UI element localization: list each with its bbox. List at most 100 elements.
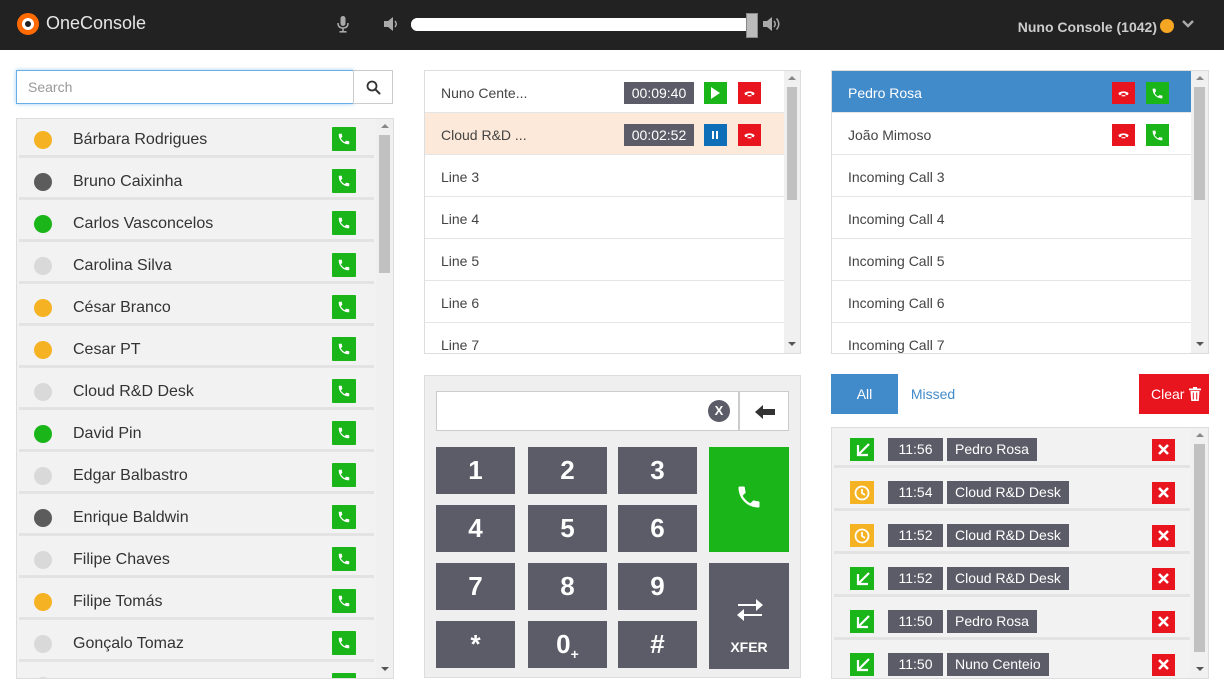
hold-call-button[interactable]: [704, 124, 727, 146]
scroll-down-arrow-icon[interactable]: [1196, 667, 1204, 671]
volume-high-icon[interactable]: [762, 15, 782, 33]
chevron-down-icon[interactable]: [1181, 17, 1195, 31]
dial-key[interactable]: 7: [436, 563, 515, 610]
contact-row[interactable]: Cloud R&D Desk: [19, 371, 374, 410]
contact-row[interactable]: Carolina Silva: [19, 245, 374, 284]
resume-call-button[interactable]: [704, 82, 727, 104]
line-row[interactable]: Cloud R&D ... 00:02:52: [425, 113, 784, 155]
call-contact-button[interactable]: [332, 379, 356, 403]
dial-number-input[interactable]: [436, 391, 739, 431]
dial-key[interactable]: 9: [618, 563, 697, 610]
volume-low-icon[interactable]: [383, 16, 400, 32]
call-contact-button[interactable]: [332, 253, 356, 277]
dial-key[interactable]: 4: [436, 505, 515, 552]
incoming-call-row[interactable]: Pedro Rosa: [832, 71, 1191, 113]
call-contact-button[interactable]: [332, 589, 356, 613]
contact-row[interactable]: Carlos Vasconcelos: [19, 203, 374, 242]
hangup-call-button[interactable]: [738, 124, 761, 146]
answer-call-button[interactable]: [1146, 124, 1169, 146]
contacts-scrollbar[interactable]: [376, 119, 393, 678]
contact-row[interactable]: Enrique Baldwin: [19, 497, 374, 536]
reject-call-button[interactable]: [1112, 82, 1135, 104]
dial-key[interactable]: 8: [528, 563, 607, 610]
delete-history-button[interactable]: [1152, 525, 1175, 547]
history-row[interactable]: 11:52 Cloud R&D Desk: [834, 557, 1190, 597]
scroll-up-arrow-icon[interactable]: [1196, 433, 1204, 437]
contact-row[interactable]: César Branco: [19, 287, 374, 326]
scroll-down-arrow-icon[interactable]: [381, 667, 389, 671]
history-scroll-thumb[interactable]: [1194, 444, 1205, 652]
delete-history-button[interactable]: [1152, 568, 1175, 590]
tab-all[interactable]: All: [831, 374, 898, 414]
hangup-call-button[interactable]: [738, 82, 761, 104]
dial-key[interactable]: 0+: [528, 621, 607, 668]
transfer-button[interactable]: XFER: [709, 563, 789, 669]
dial-call-button[interactable]: [709, 447, 789, 552]
call-contact-button[interactable]: [332, 631, 356, 655]
call-contact-button[interactable]: [332, 211, 356, 235]
delete-history-button[interactable]: [1152, 654, 1175, 676]
line-row[interactable]: Nuno Cente... 00:09:40: [425, 71, 784, 113]
lines-scrollbar[interactable]: [784, 71, 800, 353]
line-row[interactable]: Line 3: [425, 155, 784, 197]
dial-clear-button[interactable]: X: [708, 400, 730, 422]
call-contact-button[interactable]: [332, 463, 356, 487]
contacts-scroll-thumb[interactable]: [379, 135, 390, 273]
call-contact-button[interactable]: [332, 421, 356, 445]
reject-call-button[interactable]: [1112, 124, 1135, 146]
contact-row[interactable]: Filipe Chaves: [19, 539, 374, 578]
contact-row[interactable]: Gonçalo Tomaz: [19, 623, 374, 662]
scroll-up-arrow-icon[interactable]: [1196, 76, 1204, 80]
call-contact-button[interactable]: [332, 127, 356, 151]
contact-row[interactable]: Bárbara Rodrigues: [19, 119, 374, 158]
search-button[interactable]: [353, 70, 393, 104]
microphone-icon[interactable]: [337, 16, 349, 33]
dial-key[interactable]: 3: [618, 447, 697, 494]
search-input[interactable]: [16, 70, 354, 104]
dial-backspace-button[interactable]: [739, 391, 789, 431]
scroll-down-arrow-icon[interactable]: [1196, 342, 1204, 346]
incoming-call-row[interactable]: Incoming Call 4: [832, 197, 1191, 239]
history-row[interactable]: 11:54 Cloud R&D Desk: [834, 471, 1190, 511]
contact-row[interactable]: David Pin: [19, 413, 374, 452]
call-contact-button[interactable]: [332, 337, 356, 361]
dial-key[interactable]: *: [436, 621, 515, 668]
contact-row[interactable]: Filipe Tomás: [19, 581, 374, 620]
contact-row[interactable]: Bruno Caixinha: [19, 161, 374, 200]
dial-key[interactable]: 5: [528, 505, 607, 552]
incoming-scroll-thumb[interactable]: [1194, 87, 1205, 200]
line-row[interactable]: Line 5: [425, 239, 784, 281]
history-row[interactable]: 11:50 Pedro Rosa: [834, 600, 1190, 640]
console-user-name[interactable]: Nuno Console (1042): [1018, 19, 1157, 35]
incoming-call-row[interactable]: Incoming Call 3: [832, 155, 1191, 197]
history-row[interactable]: 11:56 Pedro Rosa: [834, 428, 1190, 468]
scroll-down-arrow-icon[interactable]: [788, 342, 796, 346]
incoming-call-row[interactable]: Incoming Call 7: [832, 323, 1191, 353]
line-row[interactable]: Line 6: [425, 281, 784, 323]
call-contact-button[interactable]: [332, 295, 356, 319]
tab-missed[interactable]: Missed: [898, 374, 968, 414]
dial-key[interactable]: 2: [528, 447, 607, 494]
contact-row[interactable]: [19, 665, 374, 678]
call-contact-button[interactable]: [332, 169, 356, 193]
scroll-up-arrow-icon[interactable]: [788, 76, 796, 80]
dial-key[interactable]: #: [618, 621, 697, 668]
line-row[interactable]: Line 7: [425, 323, 784, 353]
history-row[interactable]: 11:50 Nuno Centeio: [834, 643, 1190, 678]
lines-scroll-thumb[interactable]: [787, 87, 797, 200]
clear-history-button[interactable]: Clear: [1139, 374, 1209, 414]
incoming-call-row[interactable]: Incoming Call 6: [832, 281, 1191, 323]
delete-history-button[interactable]: [1152, 439, 1175, 461]
line-row[interactable]: Line 4: [425, 197, 784, 239]
call-contact-button[interactable]: [332, 505, 356, 529]
delete-history-button[interactable]: [1152, 482, 1175, 504]
incoming-scrollbar[interactable]: [1191, 71, 1208, 353]
dial-key[interactable]: 1: [436, 447, 515, 494]
contact-row[interactable]: Cesar PT: [19, 329, 374, 368]
call-contact-button[interactable]: [332, 673, 356, 678]
dial-key[interactable]: 6: [618, 505, 697, 552]
delete-history-button[interactable]: [1152, 611, 1175, 633]
scroll-up-arrow-icon[interactable]: [381, 124, 389, 128]
history-row[interactable]: 11:52 Cloud R&D Desk: [834, 514, 1190, 554]
history-scrollbar[interactable]: [1191, 428, 1208, 678]
